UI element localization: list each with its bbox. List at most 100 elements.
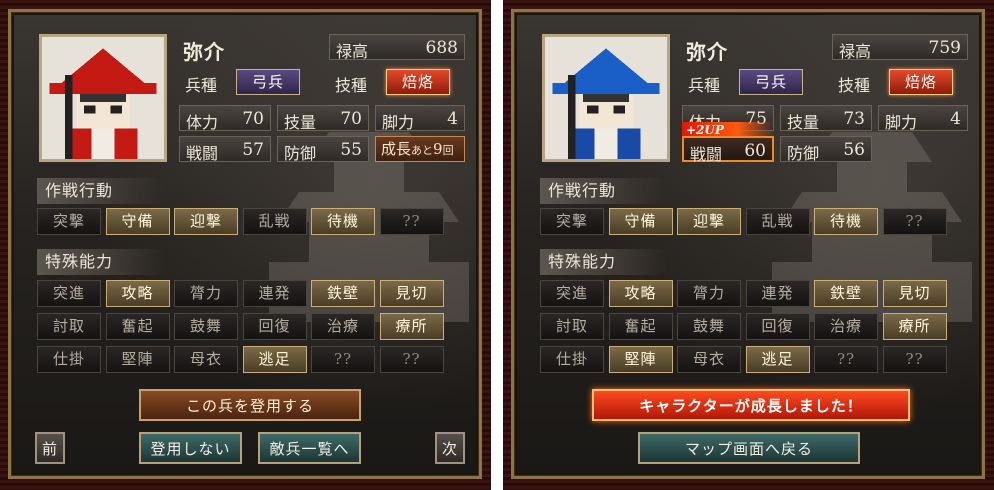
- tactic-button[interactable]: 突撃: [37, 208, 101, 235]
- ability-button[interactable]: 見切: [379, 280, 444, 307]
- ability-button[interactable]: 膂力: [174, 280, 238, 307]
- tactic-button[interactable]: ??: [379, 208, 444, 235]
- ability-button[interactable]: 攻略: [608, 280, 673, 307]
- roku-label: 禄高: [336, 42, 369, 61]
- unit-portrait: [542, 34, 670, 162]
- sentou-label: 戦闘: [690, 145, 723, 164]
- ashigaru-portrait-icon: [42, 37, 164, 159]
- growth-count: 9: [433, 140, 443, 158]
- ability-button[interactable]: 療所: [882, 313, 947, 340]
- kyakuryoku-stat: 脚力 4: [375, 105, 465, 132]
- ability-button[interactable]: 突進: [540, 280, 604, 307]
- ability-button[interactable]: ??: [379, 346, 444, 373]
- ability-button[interactable]: 連発: [242, 280, 307, 307]
- ability-button[interactable]: 討取: [37, 313, 101, 340]
- sentou-stat: 戦闘 57: [179, 136, 271, 163]
- unit-name: 弥介: [183, 40, 225, 64]
- kyakuryoku-label: 脚力: [382, 113, 415, 132]
- gihou-tag: 焙烙: [386, 69, 450, 95]
- ability-button[interactable]: 母衣: [677, 346, 741, 373]
- giryou-stat: 技量 70: [277, 105, 369, 132]
- ability-button[interactable]: 仕掛: [540, 346, 604, 373]
- growth-remaining: 成長あと9回: [375, 136, 465, 162]
- heishu-label: 兵種: [185, 76, 218, 95]
- ability-button[interactable]: 逃足: [745, 346, 810, 373]
- ability-button[interactable]: 回復: [242, 313, 307, 340]
- ability-button[interactable]: ??: [882, 346, 947, 373]
- unit-name: 弥介: [686, 40, 728, 64]
- giryou-value: 73: [843, 109, 865, 129]
- ability-button[interactable]: 突進: [37, 280, 101, 307]
- unit-portrait: [39, 34, 167, 162]
- bougyo-label: 防御: [284, 144, 317, 163]
- ability-button[interactable]: 鼓舞: [174, 313, 238, 340]
- ashigaru-portrait-icon: [545, 37, 667, 159]
- ability-button[interactable]: 逃足: [242, 346, 307, 373]
- tactic-button[interactable]: 乱戦: [745, 208, 810, 235]
- giryou-value: 70: [340, 109, 362, 129]
- tactic-button[interactable]: ??: [882, 208, 947, 235]
- ability-button[interactable]: 回復: [745, 313, 810, 340]
- recruit-button[interactable]: この兵を登用する: [139, 389, 361, 421]
- tactic-button[interactable]: 守備: [105, 208, 170, 235]
- tairyoku-stat: 体力 70: [179, 105, 271, 132]
- ability-button[interactable]: 膂力: [677, 280, 741, 307]
- ability-button[interactable]: 攻略: [105, 280, 170, 307]
- ability-button[interactable]: 見切: [882, 280, 947, 307]
- ability-button[interactable]: ??: [814, 346, 878, 373]
- growth-label: 成長: [381, 140, 412, 158]
- ability-button[interactable]: ??: [311, 346, 375, 373]
- kyakuryoku-value: 4: [447, 109, 458, 129]
- no-recruit-button[interactable]: 登用しない: [139, 432, 242, 464]
- prev-button[interactable]: 前: [35, 432, 65, 464]
- bougyo-label: 防御: [787, 144, 820, 163]
- unit-status-panel-after: 弥介 禄高 759 兵種 弓兵 技種 焙烙 体力 75 技量 73 脚力 4 +…: [511, 9, 985, 479]
- next-button[interactable]: 次: [435, 432, 465, 464]
- kyakuryoku-value: 4: [950, 109, 961, 129]
- ability-button[interactable]: 仕掛: [37, 346, 101, 373]
- ability-button[interactable]: 鼓舞: [677, 313, 741, 340]
- tactics-section-title: 作戦行動: [37, 178, 165, 204]
- enemy-list-button[interactable]: 敵兵一覧へ: [258, 432, 361, 464]
- ability-button[interactable]: 堅陣: [608, 346, 673, 373]
- return-to-map-button[interactable]: マップ画面へ戻る: [638, 432, 860, 464]
- sentou-value: 60: [744, 141, 766, 161]
- ability-button[interactable]: 治療: [311, 313, 375, 340]
- tactics-section-title: 作戦行動: [540, 178, 668, 204]
- bougyo-stat: 防御 55: [277, 136, 369, 163]
- ability-button[interactable]: 鉄壁: [311, 280, 375, 307]
- ability-button[interactable]: 堅陣: [105, 346, 170, 373]
- heishu-tag: 弓兵: [236, 69, 300, 95]
- kyakuryoku-stat: 脚力 4: [878, 105, 968, 132]
- ability-button[interactable]: 連発: [745, 280, 810, 307]
- ability-button[interactable]: 奮起: [105, 313, 170, 340]
- gihou-label: 技種: [838, 76, 871, 95]
- roku-stat: 禄高 759: [832, 34, 968, 61]
- bougyo-stat: 防御 56: [780, 136, 872, 163]
- abilities-section-title: 特殊能力: [37, 249, 165, 275]
- gihou-tag: 焙烙: [889, 69, 953, 95]
- tactic-button[interactable]: 迎撃: [174, 208, 238, 235]
- tairyoku-label: 体力: [186, 113, 219, 132]
- tactic-button[interactable]: 乱戦: [242, 208, 307, 235]
- tactic-button[interactable]: 迎撃: [677, 208, 741, 235]
- tactic-button[interactable]: 突撃: [540, 208, 604, 235]
- tactic-button[interactable]: 待機: [311, 208, 375, 235]
- ability-button[interactable]: 奮起: [608, 313, 673, 340]
- ability-button[interactable]: 討取: [540, 313, 604, 340]
- roku-value: 759: [928, 38, 961, 58]
- sentou-stat: 戦闘 60: [682, 136, 774, 164]
- sentou-label: 戦闘: [186, 144, 219, 163]
- abilities-section-title: 特殊能力: [540, 249, 668, 275]
- ability-button[interactable]: 母衣: [174, 346, 238, 373]
- ability-button[interactable]: 鉄壁: [814, 280, 878, 307]
- tactic-button[interactable]: 待機: [814, 208, 878, 235]
- giryou-stat: 技量 73: [780, 105, 872, 132]
- tairyoku-value: 70: [242, 109, 264, 129]
- growth-unit: 回: [442, 144, 454, 157]
- tactic-button[interactable]: 守備: [608, 208, 673, 235]
- ability-button[interactable]: 療所: [379, 313, 444, 340]
- ability-button[interactable]: 治療: [814, 313, 878, 340]
- heishu-label: 兵種: [688, 76, 721, 95]
- roku-label: 禄高: [839, 42, 872, 61]
